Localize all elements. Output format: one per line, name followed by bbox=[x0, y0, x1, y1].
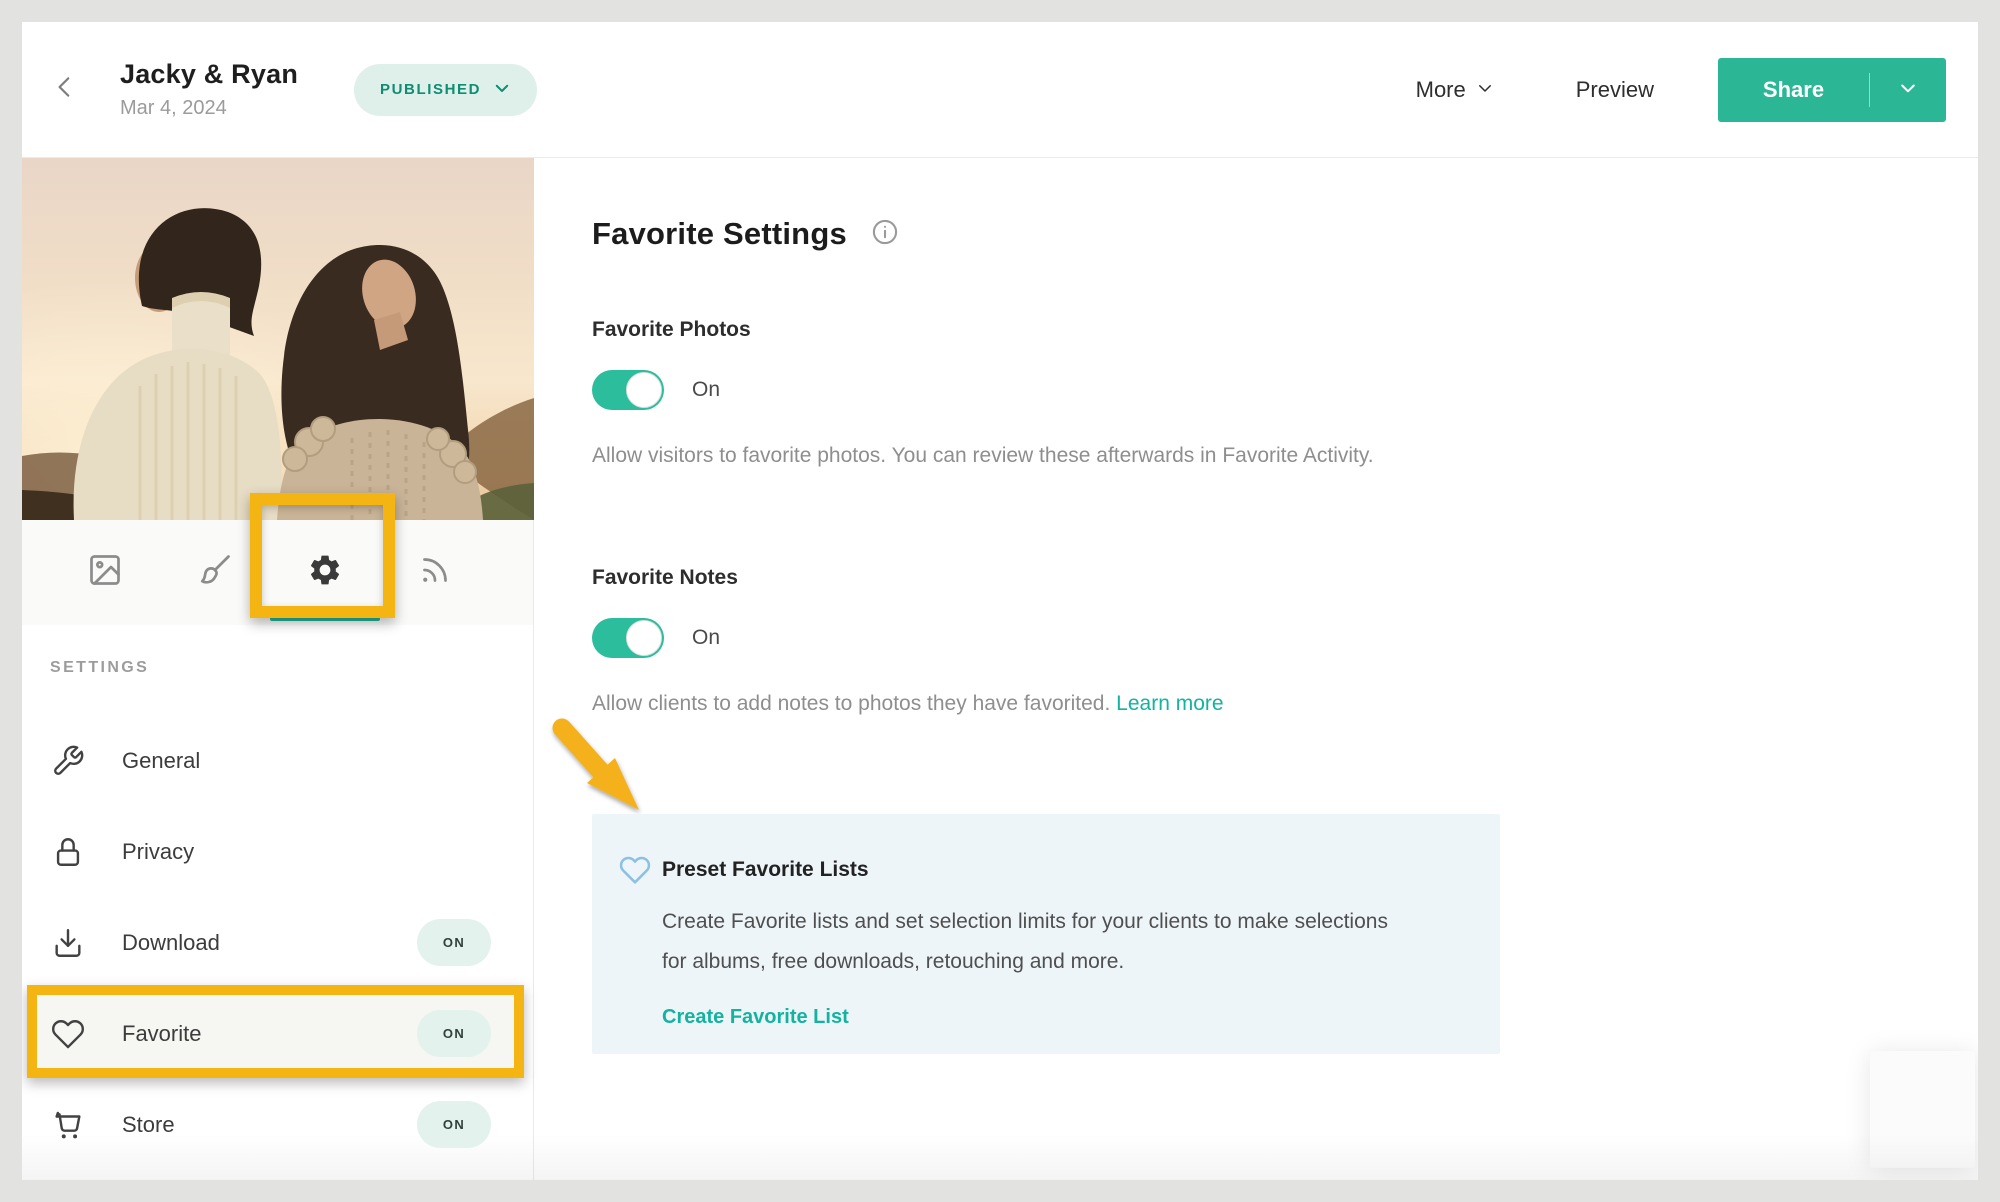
toggle-state-label: On bbox=[692, 626, 721, 649]
top-bar-actions: More Preview Share bbox=[1416, 22, 1946, 158]
sidebar-item-label: Favorite bbox=[122, 1020, 202, 1046]
section-description: Allow clients to add notes to photos the… bbox=[592, 692, 1978, 716]
panel-title: Preset Favorite Lists bbox=[662, 858, 869, 881]
tab-settings[interactable] bbox=[303, 520, 347, 625]
sidebar-item-label: Store bbox=[122, 1111, 175, 1137]
more-menu-button[interactable]: More bbox=[1416, 77, 1494, 103]
tab-photos[interactable] bbox=[83, 520, 127, 625]
sidebar-item-download[interactable]: Download ON bbox=[22, 897, 533, 988]
gallery-title-block: Jacky & Ryan Mar 4, 2024 bbox=[120, 59, 298, 120]
section-description: Allow visitors to favorite photos. You c… bbox=[592, 444, 1374, 467]
toggle-knob bbox=[626, 372, 662, 408]
cart-icon bbox=[50, 1107, 86, 1143]
image-icon bbox=[87, 552, 123, 593]
learn-more-link[interactable]: Learn more bbox=[1116, 692, 1223, 715]
toggle-knob bbox=[626, 620, 662, 656]
favorite-notes-section: Favorite Notes On Allow clients to add n… bbox=[592, 566, 1978, 716]
gallery-cover-photo bbox=[22, 158, 534, 520]
floating-widget-placeholder bbox=[1870, 1051, 1975, 1168]
share-split-button: Share bbox=[1718, 58, 1946, 122]
sidebar-item-privacy[interactable]: Privacy bbox=[22, 806, 533, 897]
section-heading: Favorite Notes bbox=[592, 566, 738, 589]
page-title: Favorite Settings bbox=[592, 216, 847, 251]
info-icon[interactable] bbox=[871, 218, 899, 251]
favorite-photos-section: Favorite Photos On Allow visitors to fav… bbox=[592, 318, 1978, 468]
top-bar: Jacky & Ryan Mar 4, 2024 PUBLISHED More … bbox=[22, 22, 1978, 158]
annotation-arrow bbox=[552, 718, 639, 810]
heart-icon bbox=[50, 1016, 86, 1052]
favorite-photos-toggle[interactable] bbox=[592, 370, 664, 410]
app-window: Jacky & Ryan Mar 4, 2024 PUBLISHED More … bbox=[22, 22, 1978, 1180]
signal-icon bbox=[417, 552, 453, 593]
chevron-down-icon bbox=[493, 79, 511, 101]
sidebar-item-favorite[interactable]: Favorite ON bbox=[22, 988, 533, 1079]
preset-favorite-lists-panel: Preset Favorite Lists Create Favorite li… bbox=[592, 814, 1500, 1054]
chevron-down-icon bbox=[1898, 78, 1918, 103]
sidebar-item-label: Privacy bbox=[122, 838, 195, 864]
chevron-left-icon bbox=[52, 74, 78, 105]
brush-icon bbox=[197, 552, 233, 593]
status-badge: PUBLISHED bbox=[380, 81, 482, 98]
tab-activity[interactable] bbox=[413, 520, 457, 625]
sidebar-tab-strip bbox=[22, 520, 533, 625]
status-badge: ON bbox=[417, 919, 491, 966]
gallery-date: Mar 4, 2024 bbox=[120, 97, 227, 119]
more-label: More bbox=[1415, 77, 1466, 102]
toggle-state-label: On bbox=[692, 378, 721, 401]
preview-button[interactable]: Preview bbox=[1576, 77, 1654, 103]
share-button[interactable]: Share bbox=[1718, 77, 1869, 103]
section-heading: Favorite Photos bbox=[592, 318, 751, 341]
chevron-down-icon bbox=[1476, 77, 1494, 103]
back-button[interactable] bbox=[48, 73, 82, 107]
panel-description: Create Favorite lists and set selection … bbox=[662, 910, 1388, 973]
description-text: Allow clients to add notes to photos the… bbox=[592, 692, 1111, 715]
settings-section-label: SETTINGS bbox=[50, 659, 150, 676]
tab-design[interactable] bbox=[193, 520, 237, 625]
share-dropdown-button[interactable] bbox=[1870, 78, 1946, 103]
heart-outline-icon bbox=[619, 854, 651, 891]
settings-menu: General Privacy Download ON Favorite ON … bbox=[22, 715, 533, 1170]
create-favorite-list-link[interactable]: Create Favorite List bbox=[662, 1006, 849, 1029]
favorite-notes-toggle[interactable] bbox=[592, 618, 664, 658]
published-status-dropdown[interactable]: PUBLISHED bbox=[354, 63, 538, 116]
wrench-icon bbox=[50, 743, 86, 779]
status-badge: ON bbox=[417, 1101, 491, 1148]
main-content: Favorite Settings Favorite Photos On All… bbox=[534, 158, 1978, 1180]
sidebar-item-label: Download bbox=[122, 929, 220, 955]
gear-icon bbox=[307, 552, 343, 593]
download-icon bbox=[50, 925, 86, 961]
screenshot-frame: Jacky & Ryan Mar 4, 2024 PUBLISHED More … bbox=[0, 0, 2000, 1202]
lock-icon bbox=[50, 834, 86, 870]
preview-label: Preview bbox=[1575, 77, 1654, 102]
page-title: Jacky & Ryan bbox=[120, 59, 299, 89]
sidebar-item-label: General bbox=[122, 747, 201, 773]
status-badge: ON bbox=[417, 1010, 491, 1057]
sidebar-item-store[interactable]: Store ON bbox=[22, 1079, 533, 1170]
sidebar: SETTINGS General Privacy Download ON Fav… bbox=[22, 158, 534, 1180]
sidebar-item-general[interactable]: General bbox=[22, 715, 533, 806]
